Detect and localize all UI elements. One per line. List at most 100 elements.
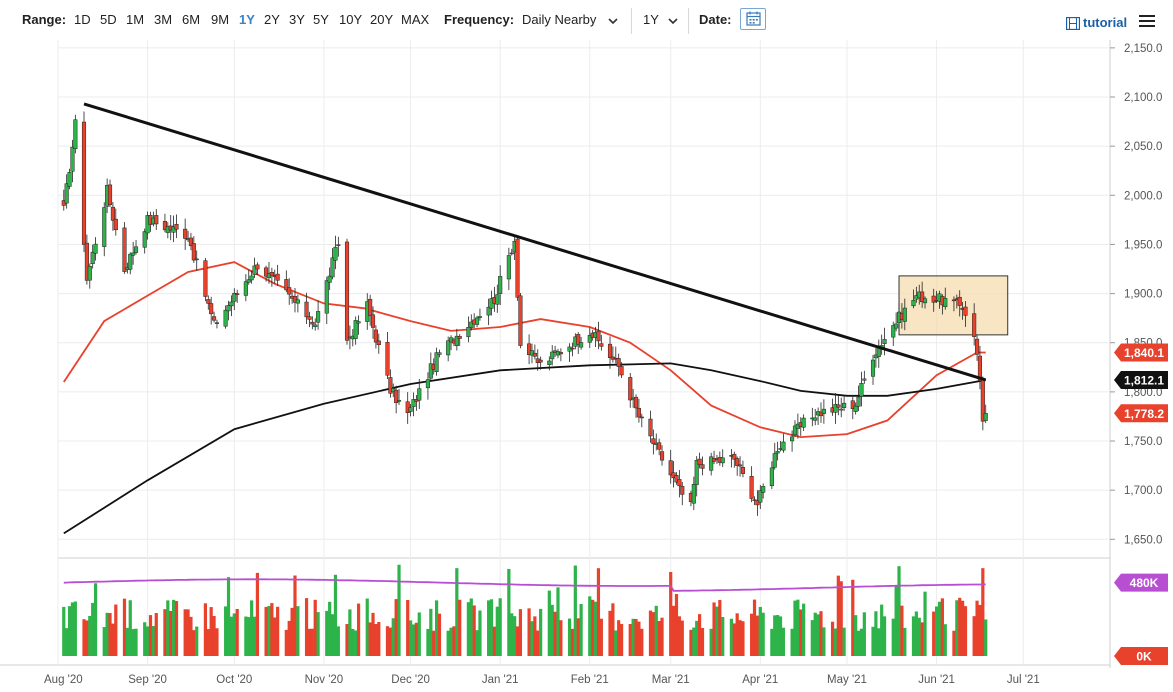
volume-bar [559, 620, 563, 656]
volume-bar [579, 604, 583, 656]
volume-bar [799, 609, 803, 656]
volume-bar [406, 599, 410, 656]
candle-body [975, 338, 980, 355]
volume-bar [539, 608, 543, 656]
volume-bar [669, 572, 673, 656]
candle-body [657, 442, 662, 450]
volume-bar [125, 627, 129, 656]
volume-bar [148, 615, 153, 656]
candle-body [356, 321, 361, 324]
volume-bar [174, 601, 179, 656]
candle-body [972, 313, 977, 337]
candle-body [477, 316, 483, 318]
volume-bar [773, 615, 777, 656]
volume-bar [498, 598, 502, 656]
volume-bar [654, 605, 658, 656]
volume-bar [573, 565, 577, 656]
candle-body [446, 340, 451, 356]
volume-bar [88, 615, 92, 656]
candle-body [437, 352, 442, 355]
time-tick-label: Jan '21 [482, 674, 519, 686]
volume-bar [328, 601, 332, 656]
candle-body [110, 206, 115, 221]
candle-body [659, 451, 665, 461]
candle-body [532, 352, 537, 357]
volume-bar [518, 609, 523, 656]
candle-body [142, 231, 147, 248]
volume-bar [466, 602, 470, 656]
price-tick-label: 2,150.0 [1124, 43, 1162, 55]
volume-bar [206, 629, 210, 656]
volume-bar [877, 628, 881, 656]
volume-bar [85, 620, 89, 656]
volume-bar [547, 590, 551, 656]
volume-bar [108, 613, 112, 656]
volume-bar [755, 615, 760, 656]
volume-bar [166, 600, 170, 656]
price-chart[interactable]: 1,650.01,700.01,750.01,800.01,850.01,900… [0, 0, 1173, 692]
volume-bar [634, 618, 638, 656]
volume-bar [151, 625, 155, 656]
candle-body [882, 339, 887, 344]
candle-body [370, 314, 376, 328]
volume-bar [293, 575, 297, 656]
volume-bar [469, 598, 473, 656]
volume-bar [536, 630, 540, 656]
volume-bar [515, 626, 520, 656]
volume-bar [226, 577, 231, 656]
volume-bar [73, 601, 77, 656]
price-tick-label: 2,050.0 [1124, 141, 1162, 153]
volume-bar [963, 606, 968, 656]
candle-body [607, 343, 613, 358]
volume-bar [660, 617, 664, 656]
candle-body [596, 330, 601, 342]
volume-bar [183, 609, 187, 656]
candle-body [769, 467, 774, 486]
volume-bar [82, 619, 86, 656]
volume-bar [391, 618, 395, 656]
candle-body [983, 413, 988, 421]
volume-bar [900, 605, 904, 656]
candle-body [839, 408, 844, 411]
candle-body [324, 280, 329, 314]
candle-body [214, 322, 220, 324]
volume-bar [833, 628, 838, 656]
volume-bar [212, 616, 216, 656]
candle-body [894, 323, 899, 329]
candle-body [330, 257, 335, 278]
volume-bar [70, 602, 75, 656]
candle-body [720, 457, 725, 464]
candle-body [691, 483, 696, 504]
volume-bar [984, 619, 988, 656]
price-tick-label: 2,000.0 [1124, 190, 1162, 202]
volume-bar [920, 622, 924, 656]
volume-bar [637, 621, 641, 656]
candle-body [313, 324, 318, 328]
volume-bar [614, 630, 618, 656]
candle-body [749, 476, 754, 499]
volume-bar [513, 616, 517, 656]
volume-bar [336, 626, 340, 656]
time-tick-label: Jul '21 [1007, 674, 1040, 686]
candle-body [821, 408, 826, 414]
volume-bar [932, 611, 936, 656]
candle-body [316, 311, 321, 323]
volume-bar [741, 621, 745, 656]
volume-bar [778, 616, 783, 656]
candle-body [212, 316, 217, 321]
volume-bar [250, 600, 254, 656]
volume-bar [709, 628, 713, 656]
candle-body [206, 299, 211, 304]
price-axis: 1,650.01,700.01,750.01,800.01,850.01,900… [1110, 43, 1162, 546]
volume-bar [871, 626, 875, 656]
volume-bar [958, 597, 962, 656]
candle-body [307, 316, 312, 320]
volume-bar [816, 614, 820, 656]
volume-bar [937, 601, 942, 656]
time-tick-label: Oct '20 [216, 674, 252, 686]
volume-bar [354, 630, 358, 656]
volume-bar [721, 616, 725, 656]
volume-bar [903, 627, 907, 656]
volume-bar [102, 627, 106, 656]
volume-bar [455, 568, 459, 656]
